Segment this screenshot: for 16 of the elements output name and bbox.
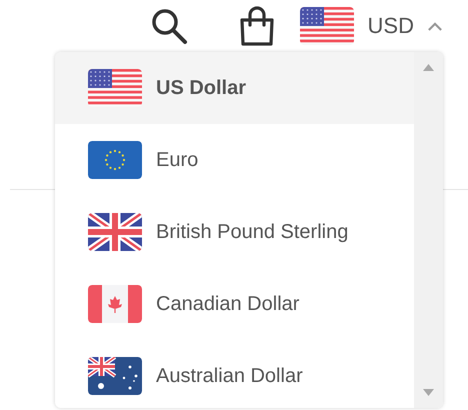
scrollbar[interactable] (414, 52, 443, 408)
search-icon[interactable] (150, 7, 188, 45)
currency-option[interactable]: Australian Dollar (55, 340, 414, 408)
currency-selector[interactable]: USD (300, 7, 442, 45)
scroll-down-arrow-icon[interactable] (423, 389, 434, 396)
currency-name: Australian Dollar (156, 364, 303, 388)
scroll-up-arrow-icon[interactable] (423, 64, 434, 71)
currency-name: Euro (156, 148, 198, 172)
currency-option[interactable]: British Pound Sterling (55, 196, 414, 268)
currency-name: British Pound Sterling (156, 220, 348, 244)
shopping-bag-icon[interactable] (238, 6, 276, 46)
currency-option[interactable]: US Dollar (55, 52, 414, 124)
currency-option[interactable]: Euro (55, 124, 414, 196)
currency-name: US Dollar (156, 76, 246, 100)
currency-name: Canadian Dollar (156, 292, 300, 316)
currency-option[interactable]: Canadian Dollar (55, 268, 414, 340)
